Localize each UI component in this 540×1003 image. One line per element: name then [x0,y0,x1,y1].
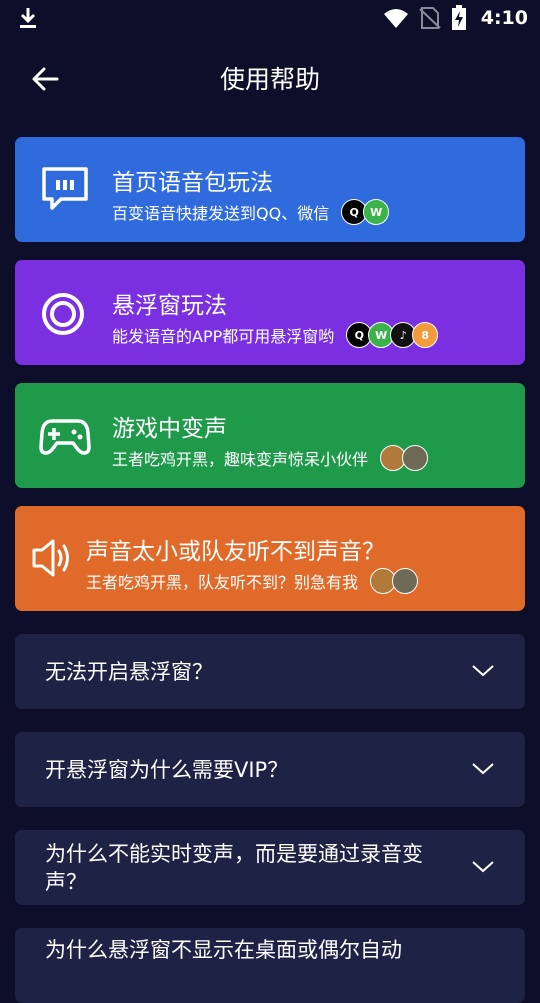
float-window-icon [42,293,84,335]
sim-off-icon [419,7,441,29]
card-subtitle: 王者吃鸡开黑，队友听不到？别急有我 [86,573,359,592]
chevron-down-icon[interactable] [471,858,495,874]
card-title: 首页语音包玩法 [112,170,273,196]
card-home-voice-pack[interactable]: 首页语音包玩法 百变语音快捷发送到QQ、微信 Q W [15,137,525,242]
card-title: 声音太小或队友听不到声音？ [86,539,385,565]
card-float-window[interactable]: 悬浮窗玩法 能发语音的APP都可用悬浮窗哟 Q W ♪ 8 [15,260,525,365]
faq-item[interactable]: 开悬浮窗为什么需要VIP？ [15,732,525,807]
pubg-icon [402,445,429,471]
gamepad-icon [39,419,91,455]
card-title: 悬浮窗玩法 [112,293,227,319]
faq-item[interactable]: 为什么悬浮窗不显示在桌面或偶尔自动 [15,928,525,1003]
status-bar: 4:10 [0,0,540,36]
card-subtitle: 能发语音的APP都可用悬浮窗哟 [112,327,335,346]
chat-bubble-icon [42,167,88,210]
speaker-icon [32,539,69,577]
chevron-down-icon[interactable] [471,662,495,678]
faq-question: 为什么不能实时变声，而是要通过录音变声？ [45,841,423,894]
card-low-volume[interactable]: 声音太小或队友听不到声音？ 王者吃鸡开黑，队友听不到？别急有我 [15,506,525,611]
faq-question: 为什么悬浮窗不显示在桌面或偶尔自动 [45,938,402,962]
app-icon: 8 [412,322,439,348]
faq-question: 无法开启悬浮窗？ [45,659,213,684]
status-time: 4:10 [480,7,528,29]
battery-charging-icon [451,5,466,30]
download-icon [20,8,36,28]
faq-item[interactable]: 为什么不能实时变声，而是要通过录音变声？ [15,830,525,905]
wechat-icon: W [363,199,390,225]
page-title: 使用帮助 [219,65,320,94]
faq-question: 开悬浮窗为什么需要VIP？ [45,757,289,782]
card-game-voice-change[interactable]: 游戏中变声 王者吃鸡开黑，趣味变声惊呆小伙伴 [15,383,525,488]
chevron-down-icon[interactable] [471,760,495,776]
card-title: 游戏中变声 [112,416,227,442]
pubg-icon [392,568,419,594]
faq-item[interactable]: 无法开启悬浮窗？ [15,634,525,709]
wifi-icon [383,9,408,28]
app-bar: 使用帮助 [0,40,540,116]
card-subtitle: 百变语音快捷发送到QQ、微信 [112,204,330,223]
card-subtitle: 王者吃鸡开黑，趣味变声惊呆小伙伴 [112,450,369,469]
